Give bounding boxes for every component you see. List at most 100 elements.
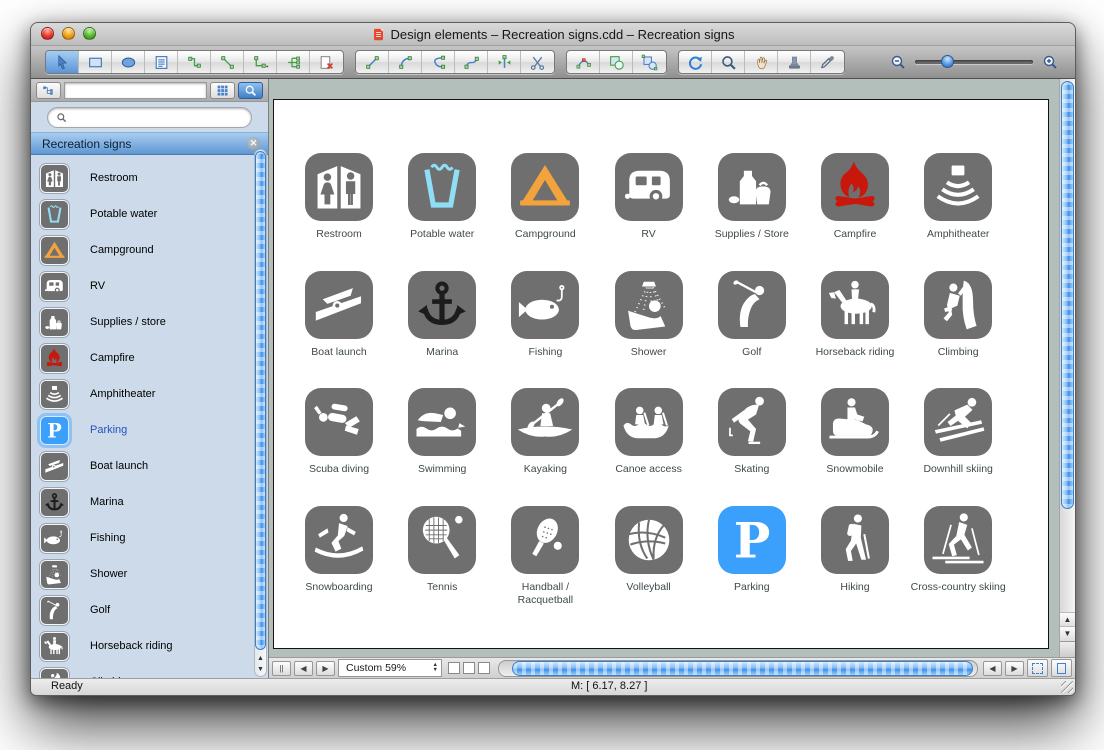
palette-item[interactable]: Hiking: [803, 506, 907, 594]
palette-item[interactable]: Fishing: [493, 271, 597, 359]
scroll-up-icon[interactable]: ▲: [255, 653, 266, 664]
rotate-tool-button[interactable]: [679, 51, 712, 73]
text-tool-button[interactable]: [145, 51, 178, 73]
smart-connector-tool-button[interactable]: [244, 51, 277, 73]
fit-page-button[interactable]: [1051, 659, 1072, 677]
connector-tool-button[interactable]: [178, 51, 211, 73]
zoom-stepper[interactable]: ▲▼: [433, 663, 438, 673]
palette-item[interactable]: Restroom: [287, 153, 391, 241]
reshape-tool-button[interactable]: [567, 51, 600, 73]
sidebar-item-water[interactable]: Potable water: [40, 196, 268, 232]
zoom-out-icon[interactable]: [890, 54, 906, 70]
group-tool-button[interactable]: [633, 51, 666, 73]
close-window-button[interactable]: [41, 27, 54, 40]
sidebar-item-rv[interactable]: RV: [40, 268, 268, 304]
splitter-handle[interactable]: ||: [272, 661, 291, 676]
titlebar[interactable]: Design elements – Recreation signs.cdd –…: [31, 23, 1075, 46]
palette-item[interactable]: Tennis: [390, 506, 494, 594]
sidebar-scrollbar-thumb[interactable]: [255, 151, 266, 650]
resize-grip[interactable]: [1061, 681, 1073, 693]
bezier-tool-button[interactable]: [455, 51, 488, 73]
scroll-down-icon[interactable]: ▼: [1060, 626, 1075, 641]
eyedropper-tool-button[interactable]: [811, 51, 844, 73]
sidebar-item-shower[interactable]: Shower: [40, 556, 268, 592]
palette-item[interactable]: Campfire: [803, 153, 907, 241]
sidebar-item-campground[interactable]: Campground: [40, 232, 268, 268]
palette-item[interactable]: Amphitheater: [906, 153, 1010, 241]
view-mode-3-button[interactable]: [478, 662, 490, 674]
select-tool-button[interactable]: [46, 51, 79, 73]
search-input[interactable]: [72, 111, 243, 125]
view-mode-1-button[interactable]: [448, 662, 460, 674]
palette-item[interactable]: Handball / Racquetball: [493, 506, 597, 607]
library-name-field[interactable]: [64, 82, 207, 99]
pan-overview-button[interactable]: [1027, 659, 1048, 677]
scissors-tool-button[interactable]: [521, 51, 554, 73]
zoom-slider[interactable]: [915, 60, 1033, 64]
zoom-tool-button[interactable]: [712, 51, 745, 73]
palette-item[interactable]: Supplies / Store: [700, 153, 804, 241]
palette-item[interactable]: Cross-country skiing: [906, 506, 1010, 594]
page-forward-button[interactable]: ▶: [316, 661, 335, 676]
curve-tool-button[interactable]: [422, 51, 455, 73]
palette-item[interactable]: Shower: [597, 271, 701, 359]
sidebar-item-parking[interactable]: Parking: [40, 412, 268, 448]
sidebar-search[interactable]: [47, 107, 252, 128]
zoom-window-button[interactable]: [83, 27, 96, 40]
sidebar-item-restroom[interactable]: Restroom: [40, 160, 268, 196]
sidebar-item-fishing[interactable]: Fishing: [40, 520, 268, 556]
sidebar-item-marina[interactable]: Marina: [40, 484, 268, 520]
minimize-window-button[interactable]: [62, 27, 75, 40]
vertical-scrollbar[interactable]: ▲ ▼: [1059, 79, 1075, 657]
zoom-in-icon[interactable]: [1042, 54, 1058, 70]
sidebar-item-boat-launch[interactable]: Boat launch: [40, 448, 268, 484]
sidebar-item-campfire[interactable]: Campfire: [40, 340, 268, 376]
sidebar-item-horseback[interactable]: Horseback riding: [40, 628, 268, 664]
scroll-up-icon[interactable]: ▲: [1060, 612, 1075, 627]
line-tool-button[interactable]: [356, 51, 389, 73]
direct-connector-tool-button[interactable]: [211, 51, 244, 73]
palette-item[interactable]: Kayaking: [493, 388, 597, 476]
scroll-down-icon[interactable]: ▼: [255, 664, 266, 675]
disconnect-tool-button[interactable]: [310, 51, 343, 73]
library-panel-header[interactable]: Recreation signs ✕: [31, 132, 268, 155]
palette-item[interactable]: Scuba diving: [287, 388, 391, 476]
view-mode-2-button[interactable]: [463, 662, 475, 674]
close-icon[interactable]: ✕: [247, 137, 260, 150]
horizontal-scrollbar-thumb[interactable]: [512, 661, 973, 676]
sidebar-item-climbing[interactable]: Climbing: [40, 664, 268, 678]
combine-tool-button[interactable]: [600, 51, 633, 73]
tree-view-button[interactable]: [36, 82, 61, 99]
drawing-page[interactable]: Restroom Potable water Campground RV Sup…: [273, 99, 1049, 649]
stamp-tool-button[interactable]: [778, 51, 811, 73]
hand-tool-button[interactable]: [745, 51, 778, 73]
sidebar-item-amphitheater[interactable]: Amphitheater: [40, 376, 268, 412]
palette-item[interactable]: Parking: [700, 506, 804, 594]
palette-item[interactable]: Potable water: [390, 153, 494, 241]
palette-item[interactable]: Downhill skiing: [906, 388, 1010, 476]
palette-item[interactable]: Swimming: [390, 388, 494, 476]
horizontal-scrollbar[interactable]: [498, 660, 978, 677]
palette-item[interactable]: Climbing: [906, 271, 1010, 359]
vertical-scrollbar-thumb[interactable]: [1061, 81, 1074, 509]
palette-item[interactable]: Canoe access: [597, 388, 701, 476]
palette-item[interactable]: Horseback riding: [803, 271, 907, 359]
palette-item[interactable]: Golf: [700, 271, 804, 359]
palette-item[interactable]: Marina: [390, 271, 494, 359]
palette-item[interactable]: Campground: [493, 153, 597, 241]
tree-connector-tool-button[interactable]: [277, 51, 310, 73]
split-tool-button[interactable]: [488, 51, 521, 73]
rectangle-tool-button[interactable]: [79, 51, 112, 73]
scroll-right-icon[interactable]: ▶: [1005, 661, 1024, 676]
palette-item[interactable]: RV: [597, 153, 701, 241]
zoom-slider-thumb[interactable]: [941, 55, 954, 68]
zoom-level-select[interactable]: Custom 59% ▲▼: [338, 659, 442, 677]
ellipse-tool-button[interactable]: [112, 51, 145, 73]
sidebar-scrollbar[interactable]: ▲ ▼: [254, 149, 267, 677]
palette-item[interactable]: Skating: [700, 388, 804, 476]
palette-item[interactable]: Volleyball: [597, 506, 701, 594]
page-back-button[interactable]: ◀: [294, 661, 313, 676]
sidebar-item-supplies[interactable]: Supplies / store: [40, 304, 268, 340]
arc-tool-button[interactable]: [389, 51, 422, 73]
sidebar-item-golf[interactable]: Golf: [40, 592, 268, 628]
